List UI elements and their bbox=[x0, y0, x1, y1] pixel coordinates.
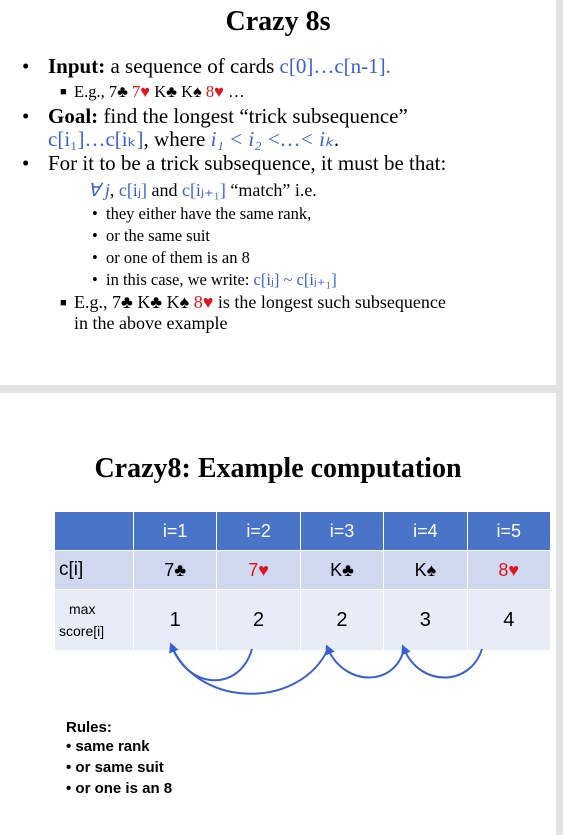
column-header: i=1 bbox=[132, 511, 218, 551]
card: 7♥ bbox=[132, 82, 151, 101]
card: 8♥ bbox=[193, 292, 214, 312]
rules-title: Rules: bbox=[66, 719, 112, 736]
arrow-4-to-5 bbox=[401, 644, 483, 679]
forall-quantifier: ∀ j bbox=[88, 180, 110, 200]
example2-prefix: E.g., bbox=[74, 292, 112, 312]
rule-1: they either have the same rank, bbox=[106, 204, 312, 223]
rules-item-1-text: same rank bbox=[75, 738, 150, 755]
table-row-cards: c[i] 7♣ 7♥ K♣ K♠ 8♥ bbox=[54, 550, 552, 590]
write-line: in this case, we write: c[iⱼ] ~ c[iⱼ₊₁] bbox=[106, 270, 337, 290]
card-cell: K♣ bbox=[299, 550, 385, 590]
input-text: a sequence of cards bbox=[105, 54, 280, 78]
card: K♠ bbox=[181, 82, 202, 101]
goal-line-2: c[i₁]…c[iₖ], where i₁ < i₂ <…< iₖ. bbox=[48, 127, 339, 152]
card: K♣ bbox=[154, 82, 177, 101]
goal-cond: i₁ < i₂ <…< iₖ bbox=[210, 127, 334, 151]
input-line: Input: a sequence of cards c[0]…c[n-1]. bbox=[48, 54, 391, 79]
slide-title: Crazy8: Example computation bbox=[94, 453, 462, 484]
slide-example-computation: Crazy8: Example computation i=1 i=2 i=3 … bbox=[0, 393, 556, 835]
row-label-max: max bbox=[69, 601, 96, 617]
bullet-dot: • bbox=[92, 270, 98, 289]
rules-item-2-text: or same suit bbox=[75, 759, 164, 776]
rules-item-3-text: or one is an 8 bbox=[75, 780, 173, 797]
bullet-dot: • bbox=[92, 248, 98, 267]
arrow-3-to-4 bbox=[325, 644, 405, 679]
card: 8♥ bbox=[205, 82, 224, 101]
transition-arrows bbox=[169, 642, 483, 695]
goal-end: . bbox=[333, 127, 340, 151]
square-bullet: ■ bbox=[60, 297, 67, 309]
row-label-ci: c[i] bbox=[54, 550, 134, 590]
arrow-1-to-2 bbox=[169, 642, 253, 682]
goal-label: Goal: bbox=[48, 104, 99, 128]
example2-cards: 7♣ K♣ K♠ 8♥ bbox=[112, 292, 213, 312]
write-formula: c[iⱼ] ~ c[iⱼ₊₁] bbox=[253, 270, 337, 289]
bullet-dot: • bbox=[92, 204, 98, 223]
example2-line-2: in the above example bbox=[74, 313, 228, 333]
rule-2: or the same suit bbox=[106, 226, 211, 245]
forall-b: c[iⱼ₊₁] bbox=[181, 180, 226, 200]
card: 7♣ bbox=[108, 82, 128, 101]
goal-seq: c[i₁]…c[iₖ] bbox=[48, 127, 144, 151]
forall-line: ∀ j, c[iⱼ] and c[iⱼ₊₁] “match” i.e. bbox=[88, 180, 317, 201]
rules-item-1: • same rank bbox=[66, 738, 150, 755]
example1-line: E.g., 7♣ 7♥ K♣ K♠ 8♥ … bbox=[74, 82, 245, 102]
goal-text: find the longest “trick subsequence” bbox=[98, 104, 408, 128]
slide-title: Crazy 8s bbox=[225, 6, 331, 37]
slide-crazy-8s: Crazy 8s • Input: a sequence of cards c[… bbox=[0, 0, 556, 385]
computation-table: i=1 i=2 i=3 i=4 i=5 c[i] 7♣ 7♥ K♣ K♠ 8♥ … bbox=[54, 511, 552, 651]
bullet-dot: • bbox=[22, 104, 30, 128]
goal-line: Goal: find the longest “trick subsequenc… bbox=[48, 104, 408, 129]
card-cell: 8♥ bbox=[466, 550, 552, 590]
table-corner-cell bbox=[54, 511, 134, 551]
write-text: in this case, we write: bbox=[106, 270, 254, 289]
square-bullet: ■ bbox=[60, 86, 67, 98]
bullet-dot: • bbox=[22, 151, 30, 175]
example1-suffix: … bbox=[223, 82, 245, 101]
card-cell: 7♣ bbox=[132, 550, 218, 590]
bullet-dot: • bbox=[92, 226, 98, 245]
forall-a: c[iⱼ] bbox=[118, 180, 147, 200]
example2-line: E.g., 7♣ K♣ K♠ 8♥ is the longest such su… bbox=[74, 292, 446, 313]
goal-mid: , where bbox=[143, 127, 211, 151]
column-header: i=2 bbox=[216, 511, 301, 551]
rules-item-3: • or one is an 8 bbox=[66, 780, 173, 797]
card-cell: K♠ bbox=[383, 550, 468, 590]
example1-cards: 7♣ 7♥ K♣ K♠ 8♥ bbox=[109, 82, 224, 101]
card-cell: 7♥ bbox=[216, 550, 301, 590]
bullet-dot: • bbox=[22, 54, 30, 78]
forall-comma: , bbox=[109, 180, 119, 200]
column-header: i=4 bbox=[383, 511, 468, 551]
rules-item-2: • or same suit bbox=[66, 759, 164, 776]
input-seq: c[0]…c[n-1]. bbox=[279, 54, 391, 78]
trick-line: For it to be a trick subsequence, it mus… bbox=[48, 151, 447, 175]
card: K♣ bbox=[137, 292, 163, 312]
forall-and: and bbox=[146, 180, 182, 200]
example2-suffix: is the longest such subsequence bbox=[213, 292, 446, 312]
rule-3: or one of them is an 8 bbox=[106, 248, 250, 267]
column-header: i=5 bbox=[466, 511, 552, 551]
table-header-row: i=1 i=2 i=3 i=4 i=5 bbox=[54, 511, 552, 551]
forall-rest: “match” i.e. bbox=[225, 180, 317, 200]
column-header: i=3 bbox=[299, 511, 385, 551]
card: 7♣ bbox=[112, 292, 133, 312]
input-label: Input: bbox=[48, 54, 106, 78]
card: K♠ bbox=[166, 292, 190, 312]
example1-prefix: E.g., bbox=[74, 82, 109, 101]
